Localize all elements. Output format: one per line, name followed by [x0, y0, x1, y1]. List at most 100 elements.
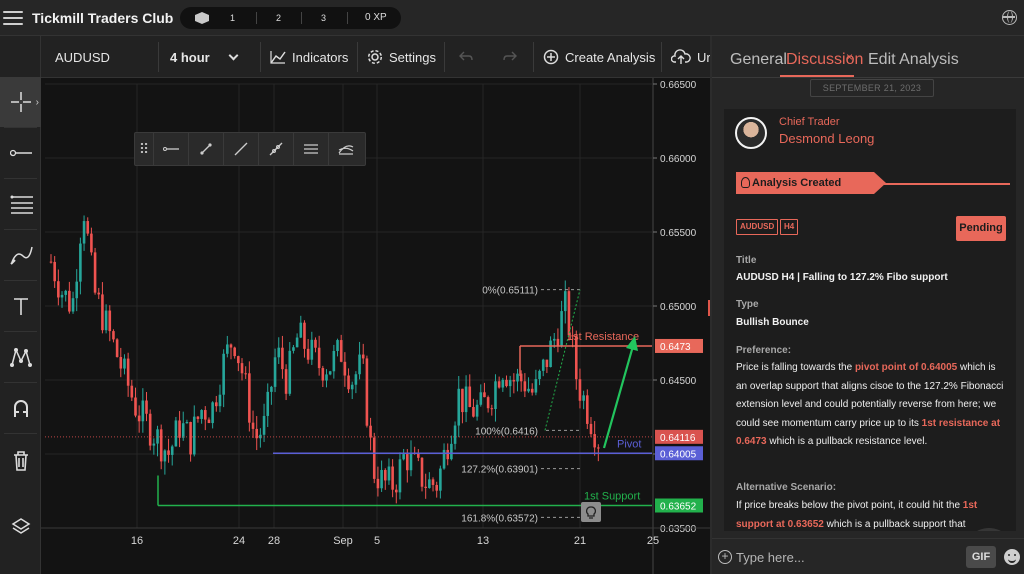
candle — [549, 340, 552, 368]
emoji-icon[interactable] — [1004, 549, 1020, 565]
candle — [277, 347, 281, 358]
candle — [516, 373, 519, 382]
message-input[interactable] — [736, 547, 936, 567]
fib-level-label: 127.2%(0.63901) — [461, 465, 538, 476]
tab-edit-analysis[interactable]: Edit Analysis — [868, 51, 959, 69]
drag-handle-icon[interactable]: ⠿ — [135, 141, 153, 158]
author-name[interactable]: Desmond Leong — [779, 131, 874, 146]
candle — [181, 423, 185, 438]
candle — [49, 261, 53, 263]
candle — [560, 311, 563, 347]
candle — [141, 400, 145, 422]
create-analysis-label: Create Analysis — [565, 49, 656, 65]
candle — [527, 388, 530, 392]
candle — [597, 447, 600, 449]
candle — [281, 347, 284, 370]
candle — [200, 410, 203, 419]
candle — [523, 381, 527, 392]
author-role: Chief Trader — [779, 116, 840, 128]
pivot-label: Pivot — [617, 438, 641, 450]
price-tag-label: 0.63652 — [660, 502, 697, 513]
ray-tool[interactable] — [188, 132, 223, 166]
expand-arrow-icon[interactable]: › — [36, 97, 39, 108]
candle — [328, 371, 332, 375]
price-tick-label: 0.63500 — [660, 524, 697, 535]
xp-progress[interactable]: 1 2 3 0 XP — [180, 7, 401, 29]
fib-level-label: 0%(0.65111) — [482, 286, 538, 297]
redo-button[interactable] — [503, 36, 517, 78]
pattern-tool[interactable] — [0, 332, 41, 382]
indicators-button[interactable]: Indicators — [270, 36, 348, 78]
settings-button[interactable]: Settings — [367, 36, 436, 78]
candle — [497, 381, 501, 388]
status-badge: Pending — [956, 216, 1006, 241]
fib-levels-tool[interactable] — [293, 132, 328, 166]
magnet-tool[interactable] — [0, 383, 41, 433]
time-tick-label: 21 — [574, 535, 586, 547]
time-tick-label: Sep — [333, 535, 353, 547]
candle — [457, 388, 461, 426]
timeframe-select[interactable]: 4 hour — [170, 36, 239, 78]
gif-button[interactable]: GIF — [966, 546, 996, 568]
text-tool[interactable] — [0, 281, 41, 331]
candle — [251, 422, 255, 429]
candle — [475, 404, 479, 417]
candle — [185, 422, 189, 424]
candle — [119, 357, 123, 369]
candle — [406, 454, 409, 471]
trend-line-tool[interactable] — [223, 132, 258, 166]
candle — [134, 397, 137, 416]
fib-channel-tool[interactable] — [328, 132, 363, 166]
candle — [163, 450, 167, 462]
horizontal-line-icon — [163, 147, 179, 151]
crosshair-tool[interactable]: › — [0, 77, 41, 127]
brush-tool[interactable] — [0, 230, 41, 280]
candle — [248, 373, 251, 423]
candle — [339, 340, 343, 362]
candle — [552, 338, 556, 341]
avatar[interactable] — [735, 117, 767, 149]
symbol-selector[interactable]: AUDUSD — [55, 36, 110, 78]
candle — [68, 290, 71, 312]
candle — [450, 443, 453, 460]
price-tick-label: 0.66000 — [660, 154, 697, 165]
candle — [512, 380, 516, 382]
price-chart[interactable]: 1st Resistance Pivot 1st Support 0%(0.65111… — [41, 78, 710, 574]
analysis-panel: General Discussion × Edit Analysis SEPTE… — [712, 36, 1024, 574]
candle — [317, 347, 321, 369]
analysis-type: Bullish Bounce — [736, 317, 809, 328]
price-tick-label: 0.65000 — [660, 302, 697, 313]
candle — [115, 339, 119, 358]
tab-close-icon[interactable]: × — [846, 50, 853, 64]
delete-drawings-tool[interactable] — [0, 436, 41, 486]
candle — [586, 395, 589, 424]
undo-button[interactable] — [459, 36, 473, 78]
add-attachment-icon[interactable]: + — [718, 550, 732, 564]
brush-icon — [9, 246, 33, 265]
language-globe-icon[interactable] — [1002, 10, 1017, 25]
candle — [589, 423, 593, 435]
horizontal-line-tool[interactable] — [153, 132, 188, 166]
timeframe-tag: H4 — [780, 219, 799, 235]
fib-level-label: 161.8%(0.63572) — [461, 513, 538, 524]
candle — [266, 391, 270, 416]
candle — [64, 290, 67, 295]
level-2: 2 — [276, 13, 282, 23]
upload-button[interactable]: Ur — [671, 36, 711, 78]
candle — [196, 416, 200, 419]
projection-arrow — [602, 345, 635, 449]
candle — [435, 484, 438, 491]
extended-line-tool[interactable] — [258, 132, 293, 166]
candle — [545, 359, 549, 368]
idea-lightbulb-icon[interactable] — [581, 502, 601, 522]
candle — [361, 354, 365, 359]
hamburger-menu-icon[interactable] — [3, 10, 23, 25]
fib-lines-tool[interactable] — [0, 179, 41, 229]
candle — [398, 459, 402, 493]
layers-tool[interactable] — [0, 502, 41, 552]
candle — [332, 350, 336, 372]
candle — [284, 369, 288, 394]
tab-general[interactable]: General — [730, 51, 787, 69]
horizontal-ray-tool[interactable] — [0, 128, 41, 178]
create-analysis-button[interactable]: Create Analysis — [543, 36, 655, 78]
